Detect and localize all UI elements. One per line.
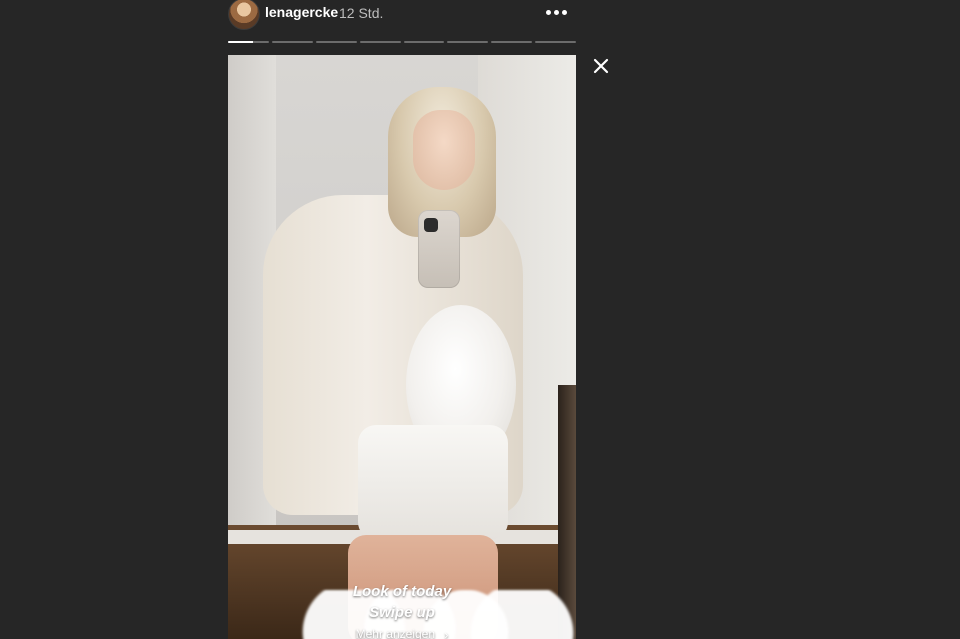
story-progress-bar xyxy=(228,41,576,43)
story-media[interactable]: Look of today Swipe up Mehr anzeigen › xyxy=(228,55,576,639)
progress-segment xyxy=(359,41,401,43)
phone-icon xyxy=(418,210,460,288)
progress-segment xyxy=(228,41,269,43)
overlay-text-line-1: Look of today xyxy=(352,583,452,600)
avatar[interactable] xyxy=(228,0,260,30)
close-icon-svg xyxy=(593,58,609,74)
progress-segment xyxy=(491,41,533,43)
progress-segment xyxy=(447,41,489,43)
progress-segment xyxy=(403,41,445,43)
progress-fill xyxy=(228,41,253,43)
progress-segment xyxy=(315,41,357,43)
timestamp: 12 Std. xyxy=(339,5,384,21)
story-header: lenagercke 12 Std. xyxy=(228,0,576,30)
progress-segment xyxy=(535,41,576,43)
username[interactable]: lenagercke xyxy=(265,4,338,20)
swipe-up-cta-label: Mehr anzeigen xyxy=(355,627,436,639)
swipe-up-cta[interactable]: Mehr anzeigen › xyxy=(228,627,576,639)
overlay-text-line-2: Swipe up xyxy=(369,604,435,621)
photo-face xyxy=(413,110,475,190)
close-icon[interactable] xyxy=(590,55,612,77)
more-icon[interactable] xyxy=(546,5,568,19)
chevron-right-icon: › xyxy=(444,628,449,639)
photo-dress xyxy=(358,425,508,540)
progress-segment xyxy=(271,41,313,43)
